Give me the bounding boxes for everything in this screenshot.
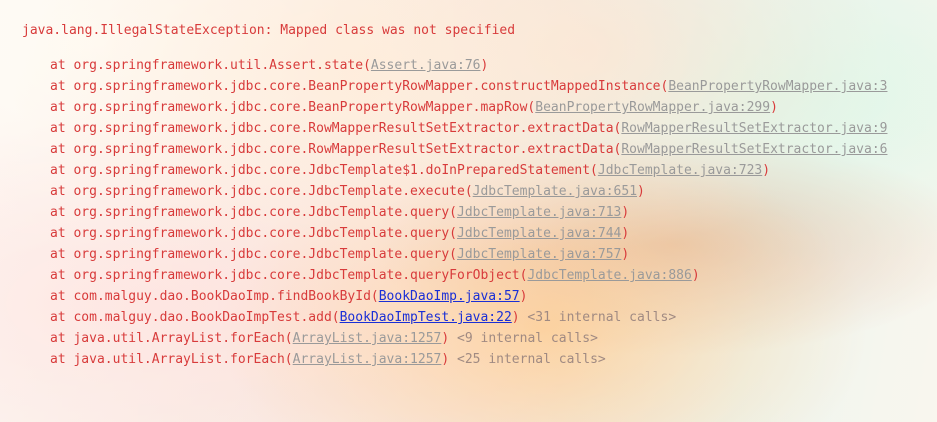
exception-message: java.lang.IllegalStateException: Mapped …	[22, 23, 516, 38]
frame-prefix: at	[50, 205, 74, 220]
frame-prefix: at	[50, 226, 74, 241]
source-link[interactable]: BookDaoImp.java:57	[379, 289, 520, 304]
frame-suffix: )	[621, 226, 630, 241]
stack-frame: at org.springframework.jdbc.core.BeanPro…	[22, 97, 937, 118]
frame-prefix: at	[50, 100, 74, 115]
frame-suffix: )	[511, 310, 520, 325]
console-output-panel: java.lang.IllegalStateException: Mapped …	[0, 0, 937, 422]
internal-calls-toggle[interactable]: <31 internal calls>	[520, 310, 676, 325]
stack-frame: at org.springframework.jdbc.core.JdbcTem…	[22, 265, 937, 286]
frame-suffix: )	[770, 100, 778, 115]
stack-frame: at java.util.ArrayList.forEach(ArrayList…	[22, 349, 937, 370]
source-link[interactable]: JdbcTemplate.java:723	[598, 163, 762, 178]
stack-frame: at org.springframework.jdbc.core.RowMapp…	[22, 118, 937, 139]
frame-method: org.springframework.util.Assert.state(	[73, 58, 371, 73]
source-link[interactable]: BeanPropertyRowMapper.java:299	[535, 100, 770, 115]
stack-frame: at org.springframework.jdbc.core.BeanPro…	[22, 76, 937, 97]
frame-prefix: at	[50, 121, 74, 136]
frame-prefix: at	[50, 79, 74, 94]
frame-suffix: )	[621, 247, 630, 262]
frame-prefix: at	[50, 58, 74, 73]
frame-method: org.springframework.jdbc.core.BeanProper…	[73, 79, 669, 94]
stack-frame: at java.util.ArrayList.forEach(ArrayList…	[22, 328, 937, 349]
frame-method: org.springframework.jdbc.core.JdbcTempla…	[73, 163, 598, 178]
stack-frame: at org.springframework.jdbc.core.JdbcTem…	[22, 160, 937, 181]
frame-suffix: )	[637, 184, 645, 199]
stack-frame: at org.springframework.jdbc.core.RowMapp…	[22, 139, 937, 160]
frame-suffix: )	[762, 163, 771, 178]
frame-method: java.util.ArrayList.forEach(	[73, 331, 293, 346]
stack-trace: java.lang.IllegalStateException: Mapped …	[22, 20, 937, 370]
frame-suffix: )	[480, 58, 489, 73]
frame-method: org.springframework.jdbc.core.BeanProper…	[73, 100, 536, 115]
frame-method: org.springframework.jdbc.core.JdbcTempla…	[73, 184, 473, 199]
frame-suffix: )	[441, 331, 450, 346]
frame-method: org.springframework.jdbc.core.RowMapperR…	[73, 121, 622, 136]
frame-suffix: )	[441, 352, 450, 367]
source-link[interactable]: BeanPropertyRowMapper.java:3	[668, 79, 887, 94]
stack-frame: at com.malguy.dao.BookDaoImpTest.add(Boo…	[22, 307, 937, 328]
frame-prefix: at	[50, 247, 74, 262]
internal-calls-toggle[interactable]: <9 internal calls>	[449, 331, 598, 346]
frame-prefix: at	[50, 268, 74, 283]
frame-prefix: at	[50, 163, 74, 178]
frame-prefix: at	[50, 289, 74, 304]
frame-method: java.util.ArrayList.forEach(	[73, 352, 293, 367]
frame-prefix: at	[50, 352, 74, 367]
source-link[interactable]: RowMapperResultSetExtractor.java:9	[621, 121, 887, 136]
source-link[interactable]: BookDaoImpTest.java:22	[340, 310, 512, 325]
source-link[interactable]: RowMapperResultSetExtractor.java:6	[621, 142, 887, 157]
frame-prefix: at	[50, 184, 74, 199]
frame-method: com.malguy.dao.BookDaoImp.findBookById(	[73, 289, 379, 304]
frame-prefix: at	[50, 331, 74, 346]
stack-frame: at org.springframework.util.Assert.state…	[22, 55, 937, 76]
frame-method: org.springframework.jdbc.core.JdbcTempla…	[73, 268, 528, 283]
frame-method: org.springframework.jdbc.core.JdbcTempla…	[73, 205, 457, 220]
source-link[interactable]: JdbcTemplate.java:757	[457, 247, 621, 262]
source-link[interactable]: Assert.java:76	[371, 58, 481, 73]
frame-suffix: )	[519, 289, 528, 304]
stack-frame: at org.springframework.jdbc.core.JdbcTem…	[22, 244, 937, 265]
frame-prefix: at	[50, 142, 74, 157]
frame-prefix: at	[50, 310, 74, 325]
source-link[interactable]: JdbcTemplate.java:744	[457, 226, 621, 241]
stack-frame: at com.malguy.dao.BookDaoImp.findBookByI…	[22, 286, 937, 307]
stack-frame: at org.springframework.jdbc.core.JdbcTem…	[22, 202, 937, 223]
source-link[interactable]: ArrayList.java:1257	[293, 352, 442, 367]
frame-suffix: )	[691, 268, 700, 283]
frame-suffix: )	[621, 205, 630, 220]
source-link[interactable]: JdbcTemplate.java:651	[473, 184, 637, 199]
frame-method: org.springframework.jdbc.core.JdbcTempla…	[73, 226, 457, 241]
frame-method: org.springframework.jdbc.core.JdbcTempla…	[73, 247, 457, 262]
stack-frame: at org.springframework.jdbc.core.JdbcTem…	[22, 181, 937, 202]
stack-frame: at org.springframework.jdbc.core.JdbcTem…	[22, 223, 937, 244]
source-link[interactable]: ArrayList.java:1257	[293, 331, 442, 346]
frame-method: org.springframework.jdbc.core.RowMapperR…	[73, 142, 622, 157]
source-link[interactable]: JdbcTemplate.java:886	[527, 268, 691, 283]
internal-calls-toggle[interactable]: <25 internal calls>	[449, 352, 606, 367]
source-link[interactable]: JdbcTemplate.java:713	[457, 205, 621, 220]
frame-method: com.malguy.dao.BookDaoImpTest.add(	[73, 310, 340, 325]
